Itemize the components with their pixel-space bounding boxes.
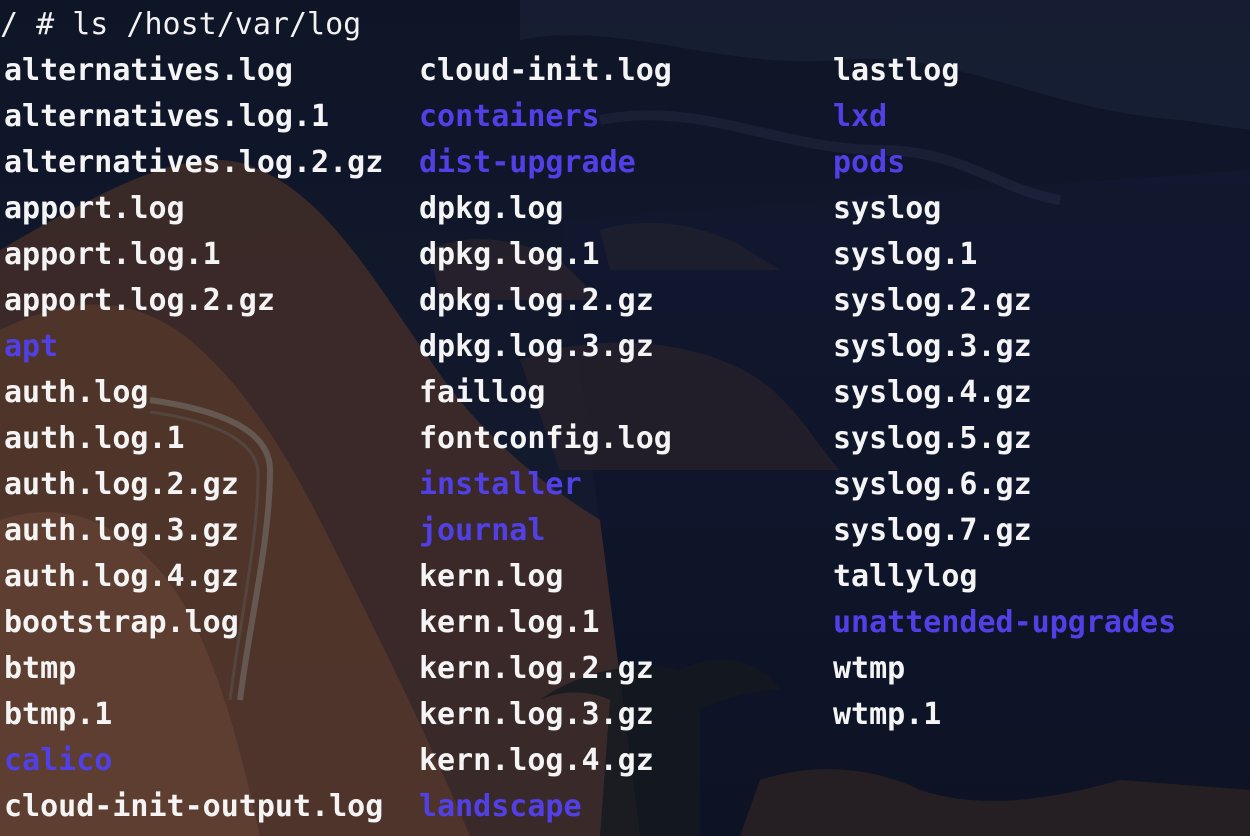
directory-entry: landscape <box>419 789 582 824</box>
file-entry: kern.log.3.gz <box>419 697 654 732</box>
listing-column-1: alternatives.log alternatives.log.1 altern… <box>4 48 383 830</box>
file-entry: kern.log <box>419 559 564 594</box>
file-entry: dpkg.log <box>419 191 564 226</box>
listing-column-2: cloud-init.log containers dist-upgrade dpkg… <box>419 48 672 830</box>
directory-entry: unattended-upgrades <box>833 605 1177 640</box>
directory-entry: calico <box>4 743 113 778</box>
file-entry: cloud-init.log <box>419 53 672 88</box>
directory-entry: journal <box>419 513 546 548</box>
file-entry: syslog.7.gz <box>833 513 1032 548</box>
file-entry: syslog.5.gz <box>833 421 1032 456</box>
directory-entry: apt <box>4 329 59 364</box>
file-entry: wtmp.1 <box>833 697 942 732</box>
file-entry: wtmp <box>833 651 906 686</box>
file-entry: syslog.1 <box>833 237 978 272</box>
file-entry: dpkg.log.2.gz <box>419 283 654 318</box>
directory-entry: installer <box>419 467 582 502</box>
file-entry: dpkg.log.1 <box>419 237 600 272</box>
file-entry: apport.log.2.gz <box>4 283 275 318</box>
file-entry: apport.log.1 <box>4 237 221 272</box>
terminal-window[interactable]: / # ls /host/var/log alternatives.log alt… <box>0 0 1250 836</box>
file-entry: syslog.2.gz <box>833 283 1032 318</box>
file-entry: cloud-init-output.log <box>4 789 384 824</box>
listing-column-3: lastlog lxd pods syslog syslog.1 syslog.2.gz s… <box>833 48 1176 738</box>
file-entry: faillog <box>419 375 546 410</box>
command-prompt-line: / # ls /host/var/log <box>0 7 362 42</box>
file-entry: kern.log.2.gz <box>419 651 654 686</box>
file-entry: auth.log <box>4 375 149 410</box>
file-entry: tallylog <box>833 559 978 594</box>
file-entry: bootstrap.log <box>4 605 239 640</box>
file-entry: kern.log.1 <box>419 605 600 640</box>
file-entry: lastlog <box>833 53 960 88</box>
file-entry: apport.log <box>4 191 185 226</box>
file-entry: syslog.3.gz <box>833 329 1032 364</box>
file-entry: alternatives.log.2.gz <box>4 145 384 180</box>
file-entry: kern.log.4.gz <box>419 743 654 778</box>
directory-entry: lxd <box>833 99 888 134</box>
file-entry: btmp.1 <box>4 697 113 732</box>
file-entry: auth.log.4.gz <box>4 559 239 594</box>
file-entry: alternatives.log.1 <box>4 99 330 134</box>
file-entry: btmp <box>4 651 77 686</box>
file-entry: auth.log.1 <box>4 421 185 456</box>
file-entry: dpkg.log.3.gz <box>419 329 654 364</box>
file-entry: syslog.6.gz <box>833 467 1032 502</box>
directory-entry: dist-upgrade <box>419 145 636 180</box>
file-entry: syslog <box>833 191 942 226</box>
file-entry: auth.log.3.gz <box>4 513 239 548</box>
file-entry: fontconfig.log <box>419 421 672 456</box>
directory-entry: pods <box>833 145 906 180</box>
file-entry: alternatives.log <box>4 53 293 88</box>
directory-entry: containers <box>419 99 600 134</box>
file-entry: syslog.4.gz <box>833 375 1032 410</box>
file-entry: auth.log.2.gz <box>4 467 239 502</box>
